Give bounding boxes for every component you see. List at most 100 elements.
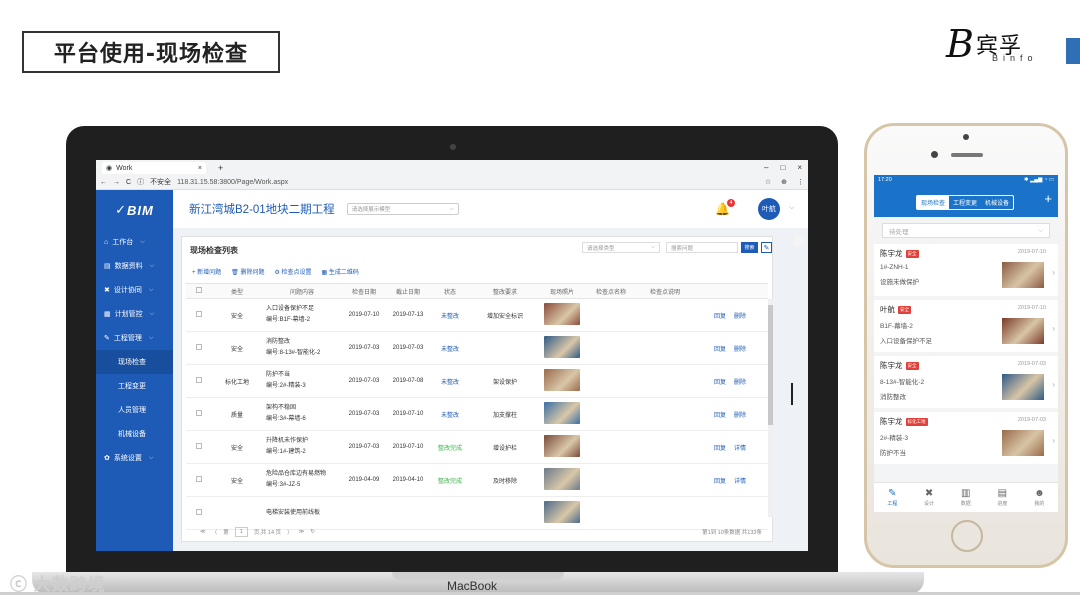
- sidebar-item-data[interactable]: ▤ 数据资料 ⌵: [96, 254, 173, 278]
- model-select[interactable]: 请选择展示模型 ⌵: [346, 203, 459, 215]
- table-row[interactable]: 安全 入口设备保护不足 编号:B1F-幕墙-2 2019-07-10 2019-07-1…: [186, 298, 768, 332]
- table-row[interactable]: 质量 架构不稳固 编号:3#-幕墙-6 2019-07-03 2019-07-10 未整改…: [186, 397, 768, 431]
- site-photo[interactable]: [544, 369, 580, 391]
- reply-link[interactable]: 回复: [714, 347, 726, 353]
- edit-icon[interactable]: ✎: [761, 242, 772, 253]
- checkpoint-settings-button[interactable]: ⚙ 检查点设置: [274, 267, 311, 276]
- maximize-button[interactable]: □: [780, 163, 785, 172]
- site-photo[interactable]: [544, 435, 580, 457]
- tabbar-item[interactable]: ☻ 我的: [1034, 488, 1045, 507]
- row-select[interactable]: [186, 298, 212, 332]
- table-row[interactable]: 安全 危险品仓库边有易燃物 编号:3#-JZ-5 2019-04-09 2019-04-…: [186, 463, 768, 497]
- next-page-button[interactable]: 〉: [287, 528, 293, 536]
- tabbar-item[interactable]: ✖ 设计: [924, 488, 934, 507]
- back-icon[interactable]: ←: [100, 179, 107, 186]
- row-select[interactable]: [186, 331, 212, 365]
- row-select[interactable]: [186, 397, 212, 431]
- checkbox[interactable]: [196, 476, 202, 482]
- sidebar-subitem-change[interactable]: 工程变更: [96, 374, 173, 398]
- list-item[interactable]: 陈宇龙 安全 2019-07-10 1#-ZNH-1 设施未做保护 ›: [874, 244, 1058, 296]
- reply-link[interactable]: 回复: [714, 446, 726, 452]
- reply-link[interactable]: 回复: [714, 479, 726, 485]
- site-photo[interactable]: [544, 303, 580, 325]
- row-action-link[interactable]: 删除: [734, 314, 746, 320]
- qrcode-button[interactable]: ▦ 生成二维码: [322, 267, 359, 276]
- account-icon[interactable]: ⊕: [781, 178, 787, 186]
- checkbox[interactable]: [196, 377, 202, 383]
- close-window-button[interactable]: ×: [797, 163, 802, 172]
- checkbox[interactable]: [196, 443, 202, 449]
- tabbar-item[interactable]: ▤ 进度: [997, 488, 1007, 507]
- side-tool-button[interactable]: [794, 236, 804, 246]
- row-select[interactable]: [186, 463, 212, 497]
- add-button[interactable]: +: [1044, 191, 1052, 206]
- site-photo[interactable]: [544, 501, 580, 523]
- sidebar-item-settings[interactable]: ✿ 系统设置 ⌵: [96, 446, 173, 470]
- forward-icon[interactable]: →: [113, 179, 120, 186]
- menu-icon[interactable]: ⋮: [797, 178, 804, 186]
- list-item[interactable]: 叶航 安全 2019-07-10 B1F-幕墙-2 入口设备保护不足 ›: [874, 300, 1058, 352]
- prev-page-button[interactable]: 〈: [212, 528, 218, 536]
- row-select[interactable]: [186, 364, 212, 398]
- scrollbar-thumb[interactable]: [768, 305, 773, 425]
- list-item[interactable]: 陈宇龙 安全 2019-07-03 8-13#-智能化-2 消防整改 ›: [874, 356, 1058, 408]
- table-row[interactable]: 安全 升降机未作保护 编号:1#-建筑-2 2019-07-03 2019-07-10 整…: [186, 430, 768, 464]
- sidebar-item-plan[interactable]: ▦ 计划管控 ⌵: [96, 302, 173, 326]
- refresh-icon[interactable]: ↻: [310, 529, 315, 535]
- sidebar-item-design[interactable]: ✖ 设计协同 ⌵: [96, 278, 173, 302]
- site-photo[interactable]: [544, 468, 580, 490]
- search-button[interactable]: 搜索: [741, 242, 758, 253]
- delete-issue-button[interactable]: 🗑 删除问题: [231, 267, 264, 276]
- search-input[interactable]: 搜索问题: [666, 242, 738, 253]
- chevron-down-icon[interactable]: ⌵: [789, 205, 794, 212]
- type-filter-select[interactable]: 请选择类型 ⌵: [582, 242, 660, 253]
- tab-close-icon[interactable]: ×: [198, 165, 202, 172]
- row-action-link[interactable]: 删除: [734, 347, 746, 353]
- last-page-button[interactable]: ≫: [299, 529, 305, 535]
- info-icon[interactable]: ⓘ: [137, 177, 144, 187]
- browser-tab[interactable]: ◉ Work ×: [102, 162, 206, 174]
- sidebar-item-engineering[interactable]: ✎ 工程管理 ⌵: [96, 326, 173, 350]
- star-icon[interactable]: ☆: [765, 178, 771, 186]
- row-action-link[interactable]: 删除: [734, 380, 746, 386]
- checkbox[interactable]: [196, 344, 202, 350]
- add-issue-button[interactable]: + 新增问题: [192, 267, 221, 276]
- table-row[interactable]: 标化工地 防护不当 编号:2#-精装-3 2019-07-03 2019-07-08 未整…: [186, 364, 768, 398]
- first-page-button[interactable]: ≪: [200, 529, 206, 535]
- reply-link[interactable]: 回复: [714, 314, 726, 320]
- sidebar-subitem-machinery[interactable]: 机械设备: [96, 422, 173, 446]
- reload-icon[interactable]: C: [126, 179, 131, 186]
- checkbox[interactable]: [196, 287, 202, 293]
- reply-link[interactable]: 回复: [714, 413, 726, 419]
- minimize-button[interactable]: –: [764, 163, 768, 172]
- site-photo[interactable]: [544, 336, 580, 358]
- table-row[interactable]: 安全 消防整改 编号:8-13#-智能化-2 2019-07-03 2019-07-03…: [186, 331, 768, 365]
- checkbox[interactable]: [196, 410, 202, 416]
- site-photo[interactable]: [544, 402, 580, 424]
- checkbox[interactable]: [196, 311, 202, 317]
- sidebar-subitem-personnel[interactable]: 人员管理: [96, 398, 173, 422]
- tab-site-inspection[interactable]: 现场检查: [917, 196, 950, 209]
- row-action-link[interactable]: 详情: [734, 479, 746, 485]
- avatar[interactable]: 叶航: [758, 198, 780, 220]
- status-filter[interactable]: 待处理 ⌵: [882, 223, 1050, 238]
- tabbar-item[interactable]: ▥ 数据: [961, 488, 971, 507]
- table-scrollbar[interactable]: [768, 299, 773, 517]
- new-tab-button[interactable]: +: [218, 163, 223, 173]
- tab-machinery[interactable]: 机械设备: [981, 196, 1013, 209]
- home-button[interactable]: [951, 520, 983, 552]
- checkbox[interactable]: [196, 509, 202, 515]
- tab-change[interactable]: 工程变更: [949, 196, 981, 209]
- row-action-link[interactable]: 详情: [734, 446, 746, 452]
- row-action-link[interactable]: 删除: [734, 413, 746, 419]
- row-select[interactable]: [186, 430, 212, 464]
- sidebar-subitem-site-inspection[interactable]: 现场检查: [96, 350, 173, 374]
- sidebar-item-workbench[interactable]: ⌂ 工作台 ⌵: [96, 230, 173, 254]
- tabbar-item[interactable]: ✎ 工程: [887, 488, 897, 507]
- list-item[interactable]: 陈宇龙 标化工地 2019-07-03 2#-精装-3 防护不当 ›: [874, 412, 1058, 464]
- project-title[interactable]: 新江湾城B2-01地块二期工程: [189, 201, 335, 217]
- select-all-cell[interactable]: [186, 283, 212, 299]
- url-text[interactable]: 118.31.15.58:3800/Page/Work.aspx: [177, 179, 288, 186]
- reply-link[interactable]: 回复: [714, 380, 726, 386]
- page-input[interactable]: 1: [234, 527, 248, 537]
